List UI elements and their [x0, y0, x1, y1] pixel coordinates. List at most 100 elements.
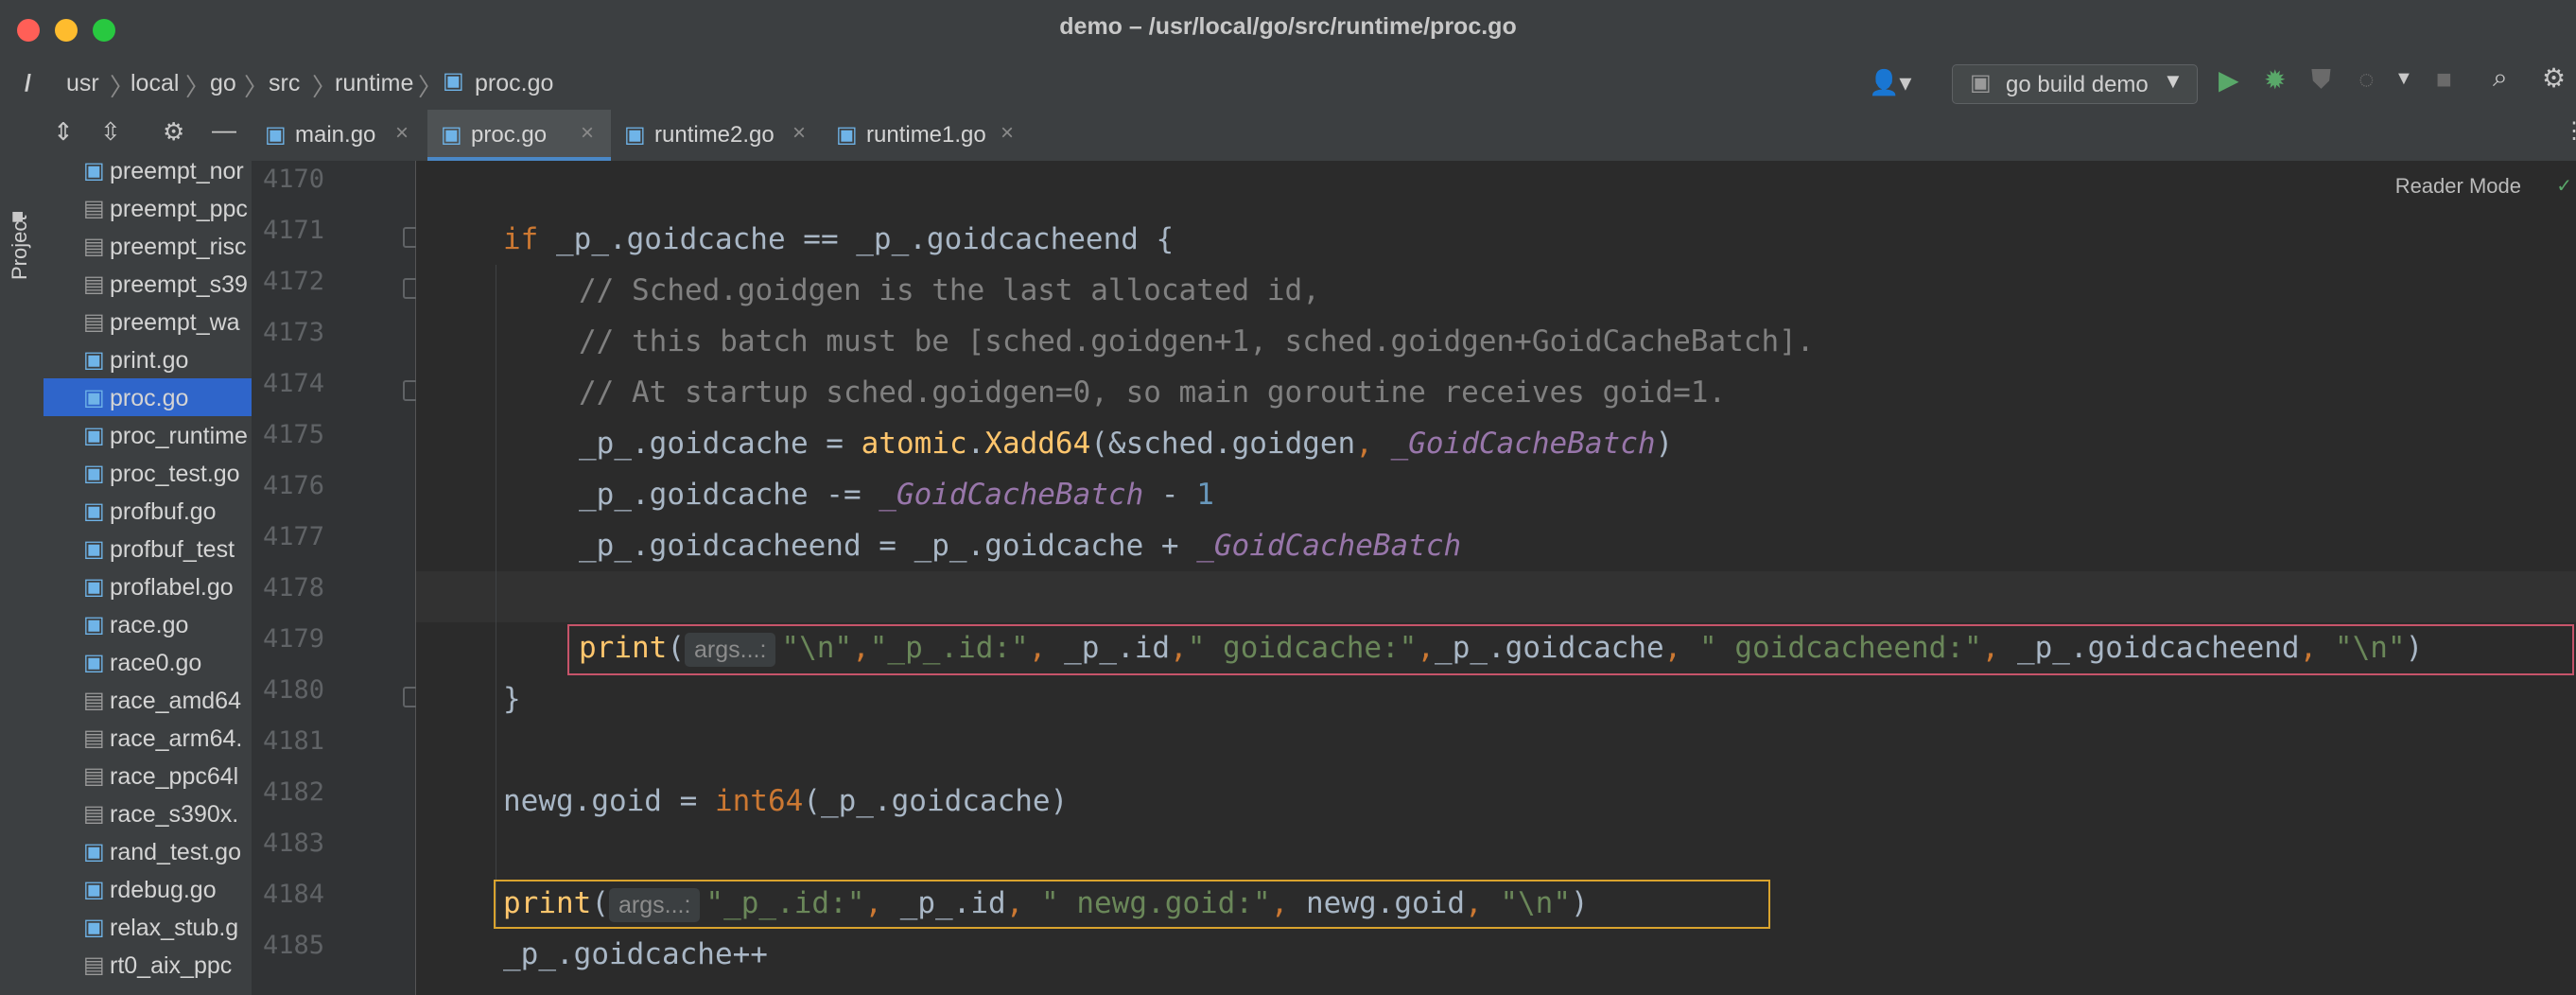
breadcrumb-separator-icon: 〉	[312, 73, 338, 101]
gopher-icon: ▣	[83, 650, 105, 675]
tree-item[interactable]: ▣ rand_test.go	[44, 832, 252, 870]
gopher-icon: ▣	[836, 122, 858, 148]
breadcrumb-runtime[interactable]: runtime	[335, 70, 413, 97]
tree-item-label: preempt_nor	[110, 161, 244, 184]
tree-item[interactable]: ▤ preempt_s39	[44, 265, 252, 303]
close-tab-icon[interactable]: ×	[1001, 120, 1014, 147]
tree-item[interactable]: ▤ race_ppc64l	[44, 757, 252, 794]
tree-item[interactable]: ▣ race0.go	[44, 643, 252, 681]
tree-item-label: race.go	[110, 612, 189, 638]
line-number: 4171	[263, 216, 325, 245]
settings-gear-icon[interactable]: ⚙	[163, 117, 184, 147]
settings-gear-icon[interactable]: ⚙	[2542, 62, 2566, 94]
tree-item[interactable]: ▣ proflabel.go	[44, 567, 252, 605]
chip-icon: ▤	[83, 801, 105, 827]
reader-mode-button[interactable]: Reader Mode	[2395, 174, 2521, 199]
gopher-icon: ▣	[83, 461, 105, 486]
hide-panel-icon[interactable]: —	[212, 115, 236, 145]
highlight-box-print-goidcache	[567, 624, 2574, 675]
constant: _GoidCacheBatch	[1390, 427, 1656, 461]
tree-item[interactable]: ▣ profbuf_test	[44, 530, 252, 567]
line-number: 4178	[263, 573, 325, 602]
code-text: _p_.goidcache =	[579, 427, 862, 461]
breadcrumb-separator-icon: 〉	[244, 73, 270, 101]
chip-icon: ▤	[83, 271, 105, 297]
tab-main-go[interactable]: ▣ main.go ×	[252, 110, 427, 161]
coverage-icon[interactable]: ⛊	[2311, 64, 2331, 96]
gopher-icon: ▣	[83, 498, 105, 524]
tree-item[interactable]: ▤ preempt_risc	[44, 227, 252, 265]
code-text: }	[503, 682, 521, 716]
tab-runtime1-go[interactable]: ▣ runtime1.go ×	[823, 110, 1033, 161]
tree-item-label: race_s390x.	[110, 801, 239, 828]
tree-item[interactable]: ▣ proc_runtime	[44, 416, 252, 454]
tree-item[interactable]: ▤ race_s390x.	[44, 794, 252, 832]
code-text: _p_.goidcache -=	[579, 478, 879, 512]
tree-item[interactable]: ▣ profbuf.go	[44, 492, 252, 530]
debug-icon[interactable]: ✹	[2264, 64, 2286, 96]
tab-runtime2-go[interactable]: ▣ runtime2.go ×	[611, 110, 823, 161]
breadcrumb-file[interactable]: proc.go	[475, 70, 553, 97]
tree-item-label: relax_stub.g	[110, 915, 239, 941]
gopher-icon: ▣	[83, 915, 105, 940]
code-text: -	[1143, 478, 1197, 512]
code-line-4173: // this batch must be [sched.goidgen+1, …	[416, 316, 2576, 367]
tree-item[interactable]: ▤ preempt_ppc	[44, 189, 252, 227]
run-icon[interactable]: ▶	[2219, 64, 2239, 96]
tree-item-label: proc_runtime	[110, 423, 248, 449]
tree-item[interactable]: ▣ relax_stub.g	[44, 908, 252, 946]
close-tab-icon[interactable]: ×	[792, 120, 806, 147]
window-title: demo – /usr/local/go/src/runtime/proc.go	[1059, 13, 1517, 40]
gopher-icon: ▣	[83, 612, 105, 637]
number-literal: 1	[1196, 478, 1214, 512]
code-text: .	[966, 427, 985, 461]
tab-actions-icon[interactable]: ⋮	[2563, 117, 2576, 145]
line-number: 4181	[263, 726, 325, 756]
tree-item[interactable]: ▣ rdebug.go	[44, 870, 252, 908]
close-tab-icon[interactable]: ×	[395, 120, 409, 147]
tree-item[interactable]: ▣ print.go	[44, 340, 252, 378]
tree-item[interactable]: ▤ preempt_wa	[44, 303, 252, 340]
line-number: 4170	[263, 165, 325, 194]
breadcrumb-go[interactable]: go	[210, 70, 236, 97]
chip-icon: ▤	[83, 763, 105, 789]
gopher-icon: ▣	[83, 385, 105, 410]
more-run-options-icon[interactable]: ▼	[2394, 68, 2413, 90]
close-tab-icon[interactable]: ×	[581, 120, 594, 147]
run-configuration-select[interactable]: ▣ go build demo ▼	[1952, 64, 2198, 104]
tree-item-label: profbuf.go	[110, 498, 217, 525]
package-name: atomic	[861, 427, 967, 461]
tree-item[interactable]: ▤ race_arm64.	[44, 719, 252, 757]
gopher-icon: ▣	[83, 536, 105, 562]
breadcrumb-usr[interactable]: usr	[66, 70, 99, 97]
folder-icon: ■	[11, 204, 25, 228]
tab-proc-go[interactable]: ▣ proc.go ×	[427, 110, 611, 161]
profile-icon[interactable]: ◌	[2358, 64, 2375, 95]
tree-item-label: preempt_risc	[110, 234, 247, 260]
user-icon[interactable]: 👤▾	[1869, 68, 1911, 97]
code-text: _p_.goidcache++	[503, 937, 768, 971]
search-icon[interactable]: ⌕	[2493, 62, 2508, 94]
tree-item[interactable]: ▣ proc_test.go	[44, 454, 252, 492]
tree-item[interactable]: ▣ proc.go	[44, 378, 252, 416]
collapse-all-icon[interactable]: ⇳	[100, 117, 121, 147]
inspection-ok-icon[interactable]: ✓	[2556, 174, 2572, 198]
project-tree: ▣ preempt_nor ▤ preempt_ppc ▤ preempt_risc ▤ pr…	[44, 161, 252, 995]
tree-item[interactable]: ▤ rt0_aix_ppc	[44, 946, 252, 984]
run-configuration-label: go build demo	[2006, 72, 2149, 97]
code-line-4182: newg.goid = int64(_p_.goidcache)	[416, 776, 2576, 827]
breadcrumb-src[interactable]: src	[269, 70, 300, 97]
project-tool-header: ⇕ ⇳ ⚙ —	[44, 110, 252, 161]
breadcrumb-root[interactable]: /	[25, 70, 31, 97]
chip-icon: ▤	[83, 952, 105, 978]
tree-item[interactable]: ▤ race_amd64	[44, 681, 252, 719]
line-number: 4177	[263, 522, 325, 551]
stop-icon[interactable]: ■	[2436, 64, 2452, 95]
tree-item[interactable]: ▣ preempt_nor	[44, 161, 252, 189]
tree-item-label: race0.go	[110, 650, 202, 676]
tree-item-label: rand_test.go	[110, 839, 241, 865]
code-editor[interactable]: Reader Mode ✓ if _p_.goidcache == _p_.go…	[416, 161, 2576, 995]
breadcrumb-local[interactable]: local	[131, 70, 179, 97]
tree-item[interactable]: ▣ race.go	[44, 605, 252, 643]
expand-all-icon[interactable]: ⇕	[53, 117, 74, 147]
